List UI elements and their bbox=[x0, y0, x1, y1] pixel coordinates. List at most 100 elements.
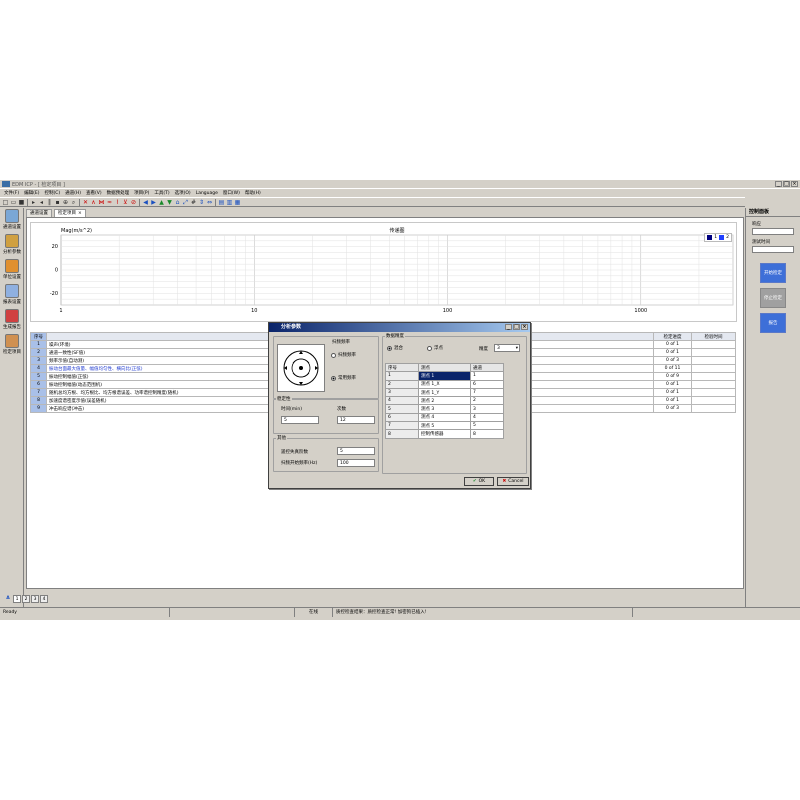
table-row[interactable]: 5 测点 33 bbox=[385, 404, 504, 414]
menu-item[interactable]: 项目(P) bbox=[134, 190, 149, 196]
leftbar-item[interactable]: 分析参数 bbox=[1, 234, 23, 258]
dialog-close-button[interactable]: × bbox=[521, 324, 528, 330]
response-field[interactable] bbox=[752, 228, 794, 235]
x-tick-label: 1 bbox=[59, 308, 62, 314]
cursor-peak-icon[interactable]: ∧ bbox=[90, 199, 97, 206]
page-tab[interactable]: 4 bbox=[40, 594, 48, 603]
window-tile-icon[interactable]: ▤ bbox=[218, 199, 225, 206]
close-icon[interactable]: × bbox=[78, 210, 82, 217]
cell-count: 0 of 9 bbox=[653, 372, 692, 381]
dialog-maximize-button[interactable]: □ bbox=[513, 324, 520, 330]
fit-icon[interactable]: ⤢ bbox=[182, 199, 189, 206]
leftbar-item[interactable]: 单位设置 bbox=[1, 259, 23, 283]
count-label: 次数 bbox=[337, 407, 346, 412]
menu-item[interactable]: 工具(T) bbox=[154, 190, 169, 196]
menu-item[interactable]: 窗口(W) bbox=[223, 190, 240, 196]
menu-item[interactable]: 数据预处理 bbox=[107, 190, 130, 196]
font-a-icon[interactable]: A bbox=[4, 595, 12, 603]
menu-item[interactable]: 通道(H) bbox=[65, 190, 81, 196]
cancel-label: Cancel bbox=[508, 478, 524, 484]
open-icon[interactable]: ▭ bbox=[10, 199, 17, 206]
cursor-off-icon[interactable]: ⊘ bbox=[130, 199, 137, 206]
arrow-up-icon[interactable]: ▲ bbox=[158, 199, 165, 206]
menu-item[interactable]: Language bbox=[196, 191, 218, 196]
transfer-chart[interactable]: 20 0 -20 1 10 100 1000 Mag(m/s^2) 传递图 1 2 bbox=[30, 222, 737, 322]
ok-button[interactable]: ✔ OK bbox=[464, 477, 494, 486]
leftbar-item[interactable]: 通道设置 bbox=[1, 209, 23, 233]
table-row[interactable]: 2 测点 1_X 6 bbox=[385, 379, 504, 389]
cell: 8 bbox=[470, 429, 504, 439]
cursor-harmonic-icon[interactable]: ≈ bbox=[106, 199, 113, 206]
radio-common-freq[interactable]: 常用频率 bbox=[331, 375, 356, 381]
page-tab[interactable]: 1 bbox=[13, 594, 21, 603]
cancel-button[interactable]: ✖ Cancel bbox=[497, 477, 529, 486]
page-tab[interactable]: 2 bbox=[22, 594, 30, 603]
save-icon[interactable]: ■ bbox=[18, 199, 25, 206]
dialog-minimize-button[interactable]: _ bbox=[505, 324, 512, 330]
leftbar-item[interactable]: 生成报告 bbox=[1, 309, 23, 333]
table-row[interactable]: 6 测点 44 bbox=[385, 412, 504, 423]
shrink-icon[interactable]: ⇔ bbox=[206, 199, 213, 206]
leftbar-item[interactable]: 检定项目 bbox=[1, 334, 23, 358]
legend-item: 2 bbox=[726, 235, 729, 240]
count-input[interactable]: 12 bbox=[337, 416, 375, 424]
test-time-field[interactable] bbox=[752, 246, 794, 253]
cursor-x-icon[interactable]: ✕ bbox=[82, 199, 89, 206]
cell-no: 2 bbox=[30, 348, 47, 357]
play-icon[interactable]: ▸ bbox=[30, 199, 37, 206]
expand-icon[interactable]: ⇕ bbox=[198, 199, 205, 206]
table-row[interactable]: 7 测点 55 bbox=[385, 421, 504, 431]
pause-icon[interactable]: ‖ bbox=[46, 199, 53, 206]
menu-item[interactable]: 文件(F) bbox=[4, 190, 19, 196]
radio-mixed[interactable]: 混合 bbox=[387, 345, 403, 351]
arrow-right-icon[interactable]: ▶ bbox=[150, 199, 157, 206]
arrow-down-icon[interactable]: ▼ bbox=[166, 199, 173, 206]
stop-inspection-button[interactable]: 停止检定 bbox=[760, 288, 786, 308]
table-row[interactable]: 4 测点 22 bbox=[385, 396, 504, 406]
grid-icon[interactable]: # bbox=[190, 199, 197, 206]
status-online: 在线 bbox=[295, 608, 333, 617]
cursor-dual-icon[interactable]: ⋈ bbox=[98, 199, 105, 206]
column-header: 序号 bbox=[385, 362, 419, 373]
window-list-icon[interactable]: ▦ bbox=[234, 199, 241, 206]
zoom-icon[interactable]: ⊕ bbox=[62, 199, 69, 206]
cell-count: 0 of 3 bbox=[653, 356, 692, 365]
table-row[interactable]: 8 控制传感器 8 bbox=[385, 429, 504, 439]
analysis-params-dialog: 分析参数 _ □ × 扫频频率 扫频频率 常用频率 稳定性 时间(min) 5 … bbox=[268, 322, 531, 489]
tab-inspection-items[interactable]: 检定项目 × bbox=[54, 209, 86, 217]
time-input[interactable]: 5 bbox=[281, 416, 319, 424]
radio-label: 扫频频率 bbox=[338, 353, 356, 358]
window-cascade-icon[interactable]: ▥ bbox=[226, 199, 233, 206]
arrow-left-icon[interactable]: ◀ bbox=[142, 199, 149, 206]
cell-no: 7 bbox=[30, 388, 47, 397]
menu-item[interactable]: 帮助(H) bbox=[245, 190, 261, 196]
home-icon[interactable]: ⌂ bbox=[174, 199, 181, 206]
cursor-band-icon[interactable]: ⌇ bbox=[114, 199, 121, 206]
table-row[interactable]: 1 测点 11 bbox=[385, 371, 504, 381]
cursor-side-icon[interactable]: ⊻ bbox=[122, 199, 129, 206]
tab-channel-settings[interactable]: 通道设置 bbox=[26, 209, 52, 217]
report-button[interactable]: 报告 bbox=[760, 313, 786, 333]
radio-float[interactable]: 浮点 bbox=[427, 345, 443, 351]
precision-select[interactable]: 3 ▾ bbox=[494, 344, 520, 352]
close-button[interactable]: × bbox=[791, 181, 798, 187]
radio-sweep-freq[interactable]: 扫频频率 bbox=[331, 352, 356, 358]
start-inspection-button[interactable]: 开始检定 bbox=[760, 263, 786, 283]
table-row[interactable]: 3 测点 1_Y 7 bbox=[385, 387, 504, 398]
menu-item[interactable]: 选项(O) bbox=[175, 190, 191, 196]
stability-group-label: 稳定性 bbox=[276, 396, 292, 402]
menu-item[interactable]: 控制(C) bbox=[44, 190, 60, 196]
leftbar-item[interactable]: 报表设置 bbox=[1, 284, 23, 308]
maximize-button[interactable]: □ bbox=[783, 181, 790, 187]
search-icon[interactable]: ⌕ bbox=[70, 199, 77, 206]
step-icon[interactable]: ◂ bbox=[38, 199, 45, 206]
page-tab[interactable]: 3 bbox=[31, 594, 39, 603]
new-icon[interactable]: □ bbox=[2, 199, 9, 206]
menu-item[interactable]: 编辑(E) bbox=[24, 190, 39, 196]
sweep-start-input[interactable]: 100 bbox=[337, 459, 375, 467]
minimize-button[interactable]: _ bbox=[775, 181, 782, 187]
cell: 4 bbox=[470, 412, 504, 423]
distortion-order-input[interactable]: 5 bbox=[337, 447, 375, 455]
menu-item[interactable]: 查看(V) bbox=[86, 190, 102, 196]
stop-icon[interactable]: ▪ bbox=[54, 199, 61, 206]
